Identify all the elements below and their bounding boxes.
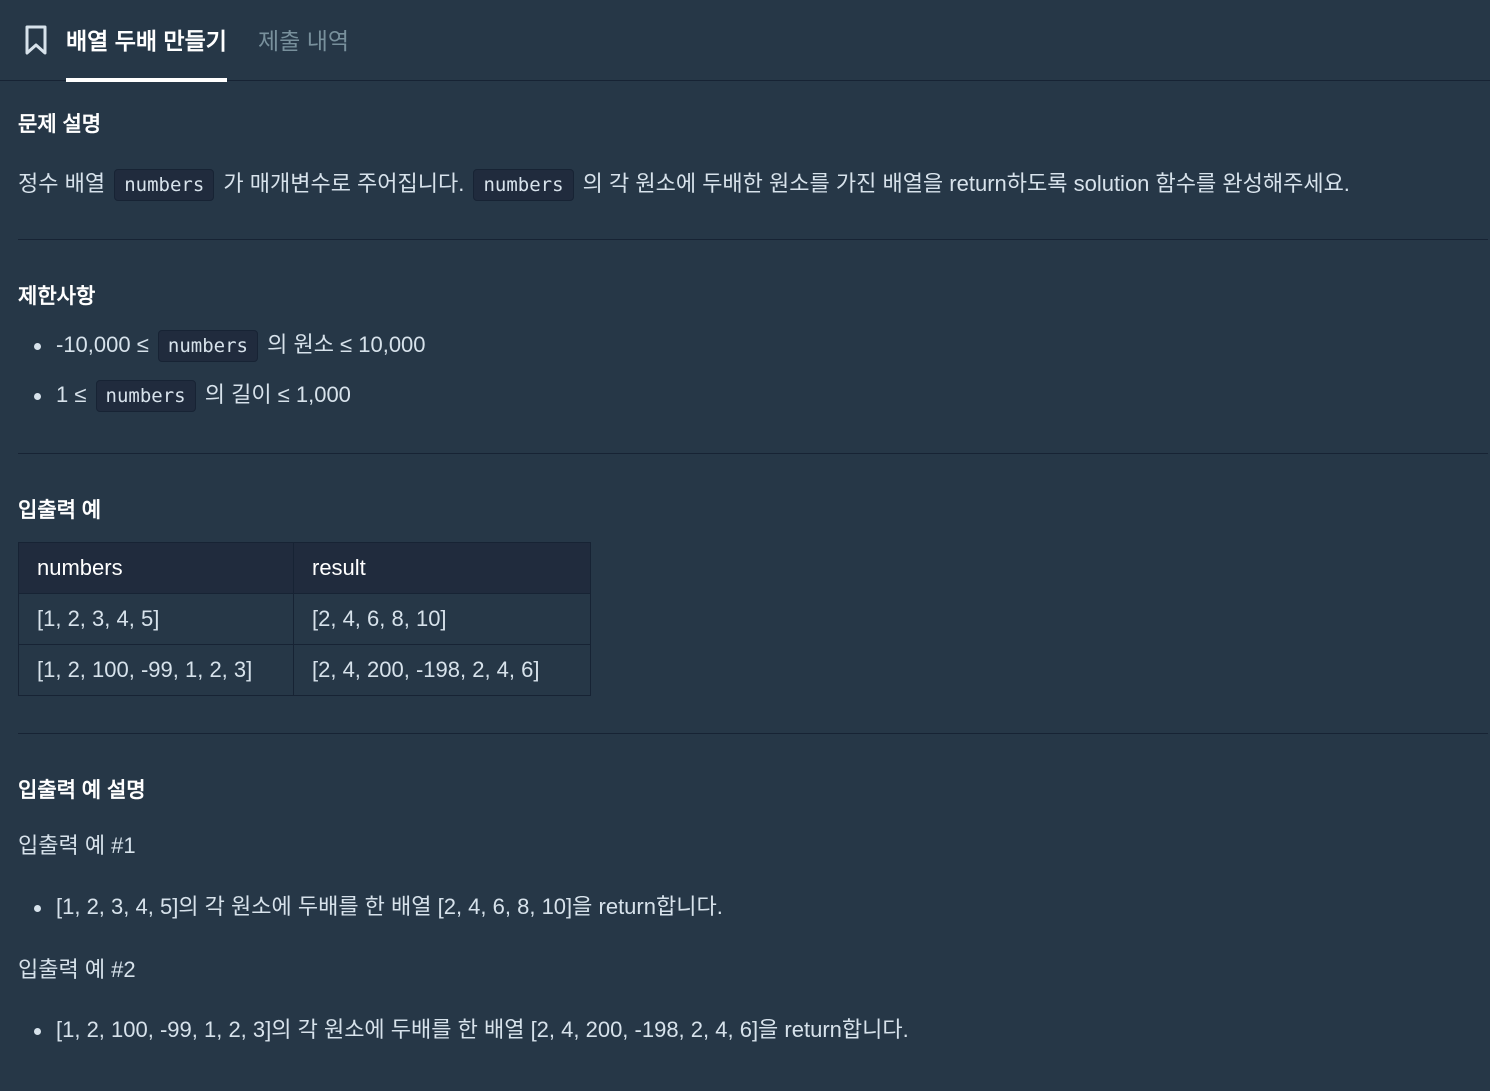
- code-numbers: numbers: [114, 169, 215, 202]
- constraint-text: 의 원소 ≤ 10,000: [261, 332, 426, 357]
- example-2-label: 입출력 예 #2: [18, 957, 136, 982]
- constraint-text: 1 ≤: [56, 382, 93, 407]
- description-text-1: 정수 배열: [18, 171, 112, 196]
- example-1-label: 입출력 예 #1: [18, 833, 136, 858]
- examples-title: 입출력 예: [18, 499, 102, 522]
- constraints-title: 제한사항: [18, 285, 96, 308]
- divider: [18, 453, 1488, 454]
- example-1-text: [1, 2, 3, 4, 5]의 각 원소에 두배를 한 배열 [2, 4, 6…: [56, 894, 723, 919]
- tab-active-underline: [66, 78, 227, 82]
- tab-submissions[interactable]: 제출 내역: [258, 22, 349, 56]
- table-cell: [2, 4, 200, -198, 2, 4, 6]: [293, 644, 591, 696]
- table-cell: [1, 2, 100, -99, 1, 2, 3]: [18, 644, 294, 696]
- code-numbers: numbers: [95, 380, 196, 413]
- description-text: 정수 배열 numbers 가 매개변수로 주어집니다. numbers 의 각…: [18, 166, 1350, 202]
- tab-problem[interactable]: 배열 두배 만들기: [66, 22, 227, 82]
- table-row: [1, 2, 100, -99, 1, 2, 3] [2, 4, 200, -1…: [18, 644, 591, 696]
- table-header: numbers: [18, 542, 294, 594]
- example-1-list: [1, 2, 3, 4, 5]의 각 원소에 두배를 한 배열 [2, 4, 6…: [34, 890, 723, 940]
- tab-problem-label: 배열 두배 만들기: [66, 28, 227, 54]
- bookmark-icon[interactable]: [22, 24, 50, 56]
- constraints-list: -10,000 ≤ numbers 의 원소 ≤ 10,000 1 ≤ numb…: [34, 328, 426, 428]
- table-cell: [1, 2, 3, 4, 5]: [18, 593, 294, 645]
- tab-bar: 배열 두배 만들기 제출 내역: [0, 0, 1490, 82]
- code-numbers: numbers: [473, 169, 574, 202]
- list-item: [1, 2, 100, -99, 1, 2, 3]의 각 원소에 두배를 한 배…: [34, 1013, 909, 1063]
- table-row: [1, 2, 3, 4, 5] [2, 4, 6, 8, 10]: [18, 593, 591, 645]
- bullet-icon: [34, 1028, 41, 1035]
- table-header: result: [293, 542, 591, 594]
- list-item: 1 ≤ numbers 의 길이 ≤ 1,000: [34, 378, 426, 428]
- list-item: [1, 2, 3, 4, 5]의 각 원소에 두배를 한 배열 [2, 4, 6…: [34, 890, 723, 940]
- example-2-text: [1, 2, 100, -99, 1, 2, 3]의 각 원소에 두배를 한 배…: [56, 1017, 909, 1042]
- divider: [18, 733, 1488, 734]
- divider: [18, 239, 1488, 240]
- list-item: -10,000 ≤ numbers 의 원소 ≤ 10,000: [34, 328, 426, 378]
- code-numbers: numbers: [157, 330, 258, 363]
- table-cell: [2, 4, 6, 8, 10]: [293, 593, 591, 645]
- constraint-text: -10,000 ≤: [56, 332, 155, 357]
- bullet-icon: [34, 343, 41, 350]
- bullet-icon: [34, 393, 41, 400]
- bullet-icon: [34, 905, 41, 912]
- examples-table: numbers result [1, 2, 3, 4, 5] [2, 4, 6,…: [18, 542, 591, 696]
- constraint-text: 의 길이 ≤ 1,000: [198, 382, 351, 407]
- table-header-row: numbers result: [18, 542, 591, 594]
- description-text-3: 의 각 원소에 두배한 원소를 가진 배열을 return하도록 solutio…: [576, 171, 1350, 196]
- description-text-2: 가 매개변수로 주어집니다.: [217, 171, 471, 196]
- description-title: 문제 설명: [18, 113, 102, 136]
- explanation-title: 입출력 예 설명: [18, 779, 146, 802]
- example-2-list: [1, 2, 100, -99, 1, 2, 3]의 각 원소에 두배를 한 배…: [34, 1013, 909, 1063]
